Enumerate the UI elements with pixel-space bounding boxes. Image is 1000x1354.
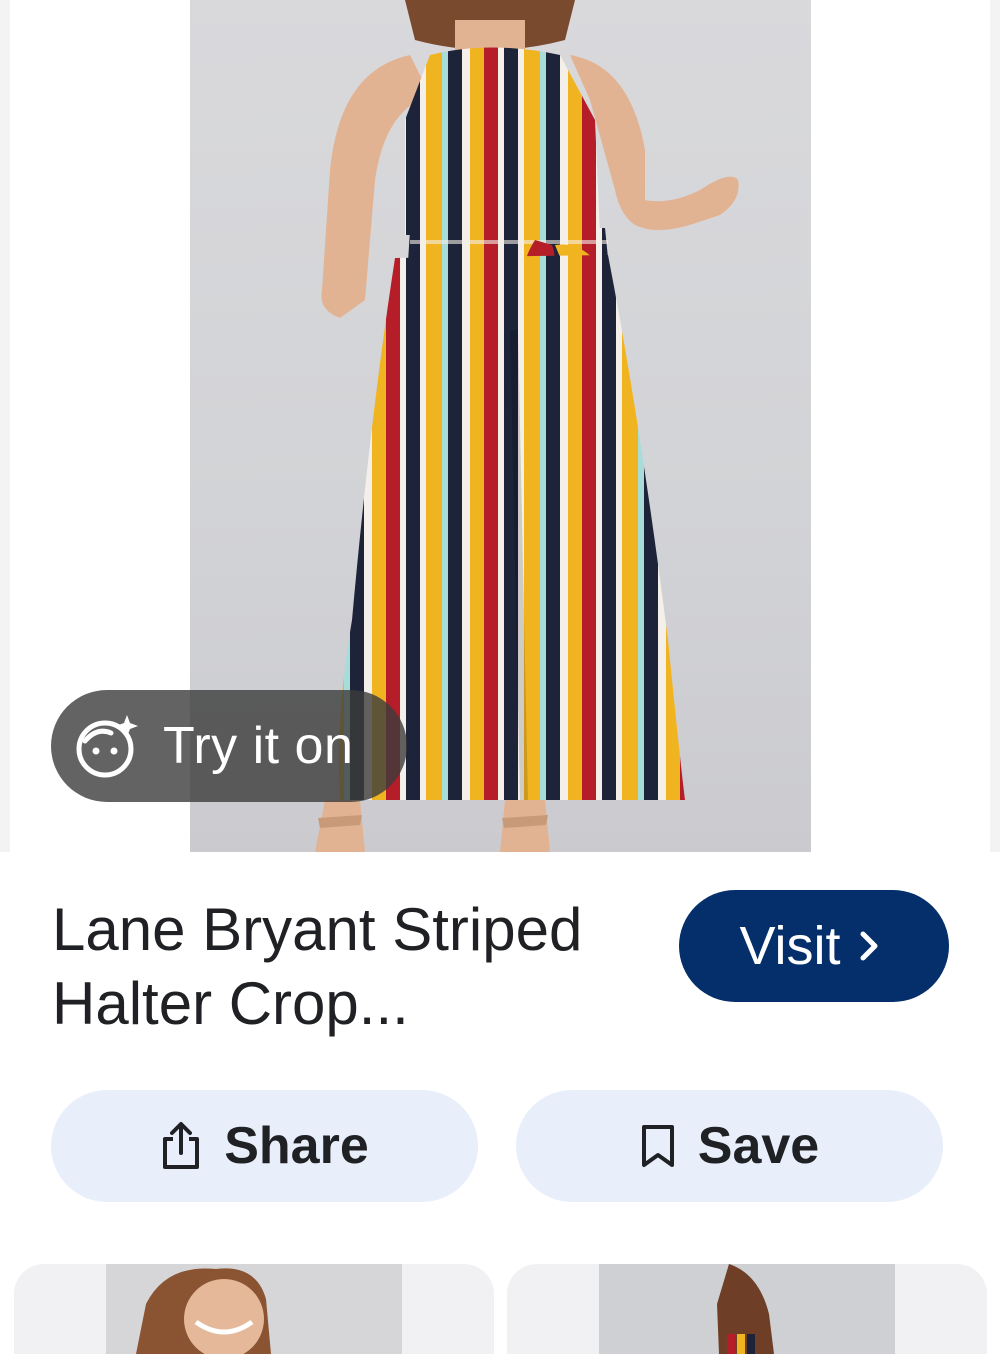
- product-image-area: Try it on: [0, 0, 1000, 852]
- product-title[interactable]: Lane Bryant Striped Halter Crop...: [52, 893, 632, 1041]
- save-label: Save: [697, 1117, 820, 1175]
- visit-button[interactable]: Visit: [679, 890, 949, 1002]
- save-button[interactable]: Save: [516, 1090, 943, 1202]
- visit-label: Visit: [739, 916, 841, 976]
- related-result-image: [106, 1264, 402, 1354]
- related-result-card[interactable]: [507, 1264, 987, 1354]
- bookmark-icon: [640, 1123, 676, 1169]
- try-it-on-button[interactable]: Try it on: [51, 690, 407, 802]
- image-edge-right: [990, 0, 1000, 852]
- share-button[interactable]: Share: [51, 1090, 478, 1202]
- try-it-on-label: Try it on: [163, 717, 354, 775]
- share-icon: [160, 1121, 202, 1171]
- share-label: Share: [224, 1117, 369, 1175]
- related-result-image: [599, 1264, 895, 1354]
- chevron-right-icon: [859, 928, 881, 964]
- face-sparkle-icon: [75, 713, 141, 779]
- image-edge-left: [0, 0, 10, 852]
- related-result-card[interactable]: [14, 1264, 494, 1354]
